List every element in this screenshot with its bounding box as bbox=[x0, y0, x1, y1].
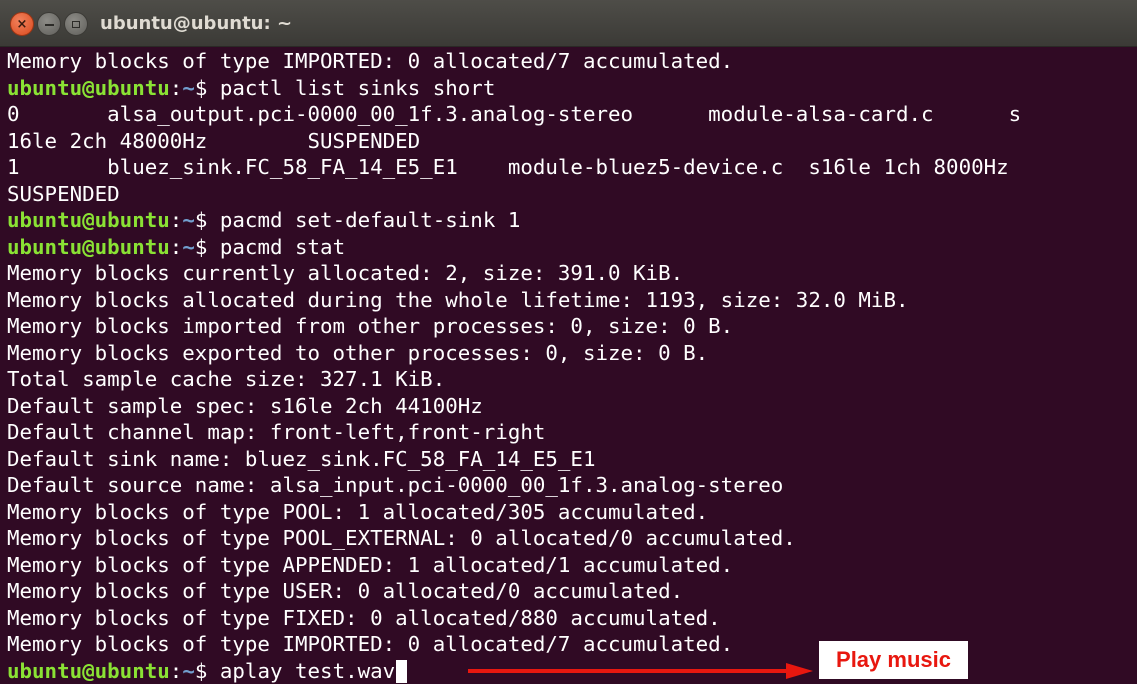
maximize-button[interactable] bbox=[64, 12, 88, 36]
command-text: pacmd stat bbox=[219, 234, 346, 259]
output-line: Total sample cache size: 327.1 KiB. bbox=[7, 367, 446, 391]
close-icon: × bbox=[16, 16, 28, 32]
prompt-path: ~ bbox=[182, 234, 195, 259]
output-line: Memory blocks of type FIXED: 0 allocated… bbox=[7, 605, 721, 630]
output-line: Default source name: alsa_input.pci-0000… bbox=[7, 473, 784, 497]
text-cursor bbox=[396, 659, 408, 683]
prompt-line: ubuntu@ubuntu:~$ pactl list sinks short bbox=[7, 75, 1137, 102]
maximize-icon bbox=[72, 20, 80, 28]
prompt-user: ubuntu@ubuntu bbox=[7, 658, 170, 683]
output-line: 1 bluez_sink.FC_58_FA_14_E5_E1 module-bl… bbox=[7, 155, 1009, 179]
output-line: Memory blocks of type IMPORTED: 0 alloca… bbox=[7, 49, 734, 73]
command-text: pactl list sinks short bbox=[219, 75, 496, 100]
command-text: aplay test.wav bbox=[219, 658, 396, 683]
output-line: Default channel map: front-left,front-ri… bbox=[7, 420, 546, 444]
output-line: Memory blocks of type POOL: 1 allocated/… bbox=[7, 499, 709, 524]
prompt-symbol: $ bbox=[194, 234, 220, 259]
arrow-icon bbox=[468, 663, 813, 679]
title-bar[interactable]: × ubuntu@ubuntu: ~ bbox=[0, 0, 1137, 47]
prompt-symbol: $ bbox=[194, 658, 220, 683]
prompt-separator: : bbox=[169, 75, 183, 100]
prompt-user: ubuntu@ubuntu bbox=[7, 208, 170, 232]
prompt-path: ~ bbox=[182, 208, 195, 232]
prompt-symbol: $ bbox=[194, 75, 220, 100]
prompt-separator: : bbox=[169, 234, 183, 259]
annotation-label: Play music bbox=[819, 641, 968, 679]
prompt-user: ubuntu@ubuntu bbox=[7, 75, 170, 100]
output-line: Memory blocks imported from other proces… bbox=[7, 314, 734, 338]
output-line: Memory blocks exported to other processe… bbox=[7, 340, 709, 365]
prompt-path: ~ bbox=[182, 75, 195, 100]
output-line: Default sink name: bluez_sink.FC_58_FA_1… bbox=[7, 446, 596, 471]
prompt-line: ubuntu@ubuntu:~$ pacmd set-default-sink … bbox=[7, 207, 1137, 234]
output-line: Memory blocks of type USER: 0 allocated/… bbox=[7, 579, 684, 603]
output-line: Memory blocks of type POOL_EXTERNAL: 0 a… bbox=[7, 526, 796, 550]
terminal-window: × ubuntu@ubuntu: ~ Memory blocks of type… bbox=[0, 0, 1137, 684]
output-line: Memory blocks allocated during the whole… bbox=[7, 287, 909, 312]
output-line: Default sample spec: s16le 2ch 44100Hz bbox=[7, 393, 483, 418]
terminal-output[interactable]: Memory blocks of type IMPORTED: 0 alloca… bbox=[0, 48, 1137, 684]
output-line: 0 alsa_output.pci-0000_00_1f.3.analog-st… bbox=[7, 102, 1022, 126]
output-line: Memory blocks of type APPENDED: 1 alloca… bbox=[7, 552, 734, 577]
prompt-path: ~ bbox=[182, 658, 195, 683]
minimize-icon bbox=[44, 24, 54, 26]
prompt-separator: : bbox=[169, 658, 183, 683]
minimize-button[interactable] bbox=[37, 12, 61, 36]
prompt-separator: : bbox=[169, 208, 183, 232]
output-line: 16le 2ch 48000Hz SUSPENDED bbox=[7, 128, 421, 153]
prompt-symbol: $ bbox=[194, 208, 220, 232]
prompt-line: ubuntu@ubuntu:~$ pacmd stat bbox=[7, 234, 1137, 261]
close-button[interactable]: × bbox=[10, 12, 34, 36]
output-line: SUSPENDED bbox=[7, 181, 120, 206]
prompt-user: ubuntu@ubuntu bbox=[7, 234, 170, 259]
window-title: ubuntu@ubuntu: ~ bbox=[100, 13, 293, 34]
output-line: Memory blocks currently allocated: 2, si… bbox=[7, 261, 684, 285]
command-text: pacmd set-default-sink 1 bbox=[219, 208, 521, 232]
